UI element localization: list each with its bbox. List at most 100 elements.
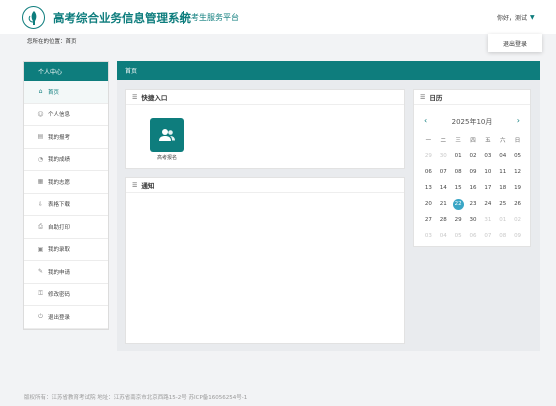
calendar-day[interactable]: 02 — [510, 212, 525, 228]
calendar-day[interactable]: 28 — [436, 212, 451, 228]
calendar-day[interactable]: 10 — [480, 164, 495, 180]
calendar-day[interactable]: 30 — [466, 212, 481, 228]
calendar-day[interactable]: 19 — [510, 180, 525, 196]
calendar-day[interactable]: 27 — [421, 212, 436, 228]
calendar-day[interactable]: 09 — [510, 228, 525, 244]
users-icon — [159, 129, 175, 141]
logout-dropdown-item[interactable]: 退出登录 — [488, 34, 542, 52]
calendar-day[interactable]: 04 — [436, 228, 451, 244]
sidebar-item-label: 我的成绩 — [48, 157, 71, 164]
calendar-day-number: 07 — [484, 233, 492, 239]
sidebar-item[interactable]: ⌂ 首页 — [24, 81, 108, 104]
calendar-day[interactable]: 15 — [451, 180, 466, 196]
calendar-day-number: 05 — [454, 233, 462, 239]
sidebar-item-label: 我的报考 — [48, 134, 71, 141]
calendar-grid: 一 二 三 四 五 六 日 29 30 01 02 03 04 05 06 07 08 09 10 11 12 13 14 1… — [421, 132, 525, 244]
calendar-day[interactable]: 05 — [451, 228, 466, 244]
calendar-day[interactable]: 02 — [466, 148, 481, 164]
calendar-day[interactable]: 08 — [495, 228, 510, 244]
home-icon: ⌂ — [38, 88, 43, 96]
sidebar-item-label: 表格下载 — [48, 202, 71, 209]
calendar-day-number: 26 — [514, 201, 522, 207]
calendar-day[interactable]: 13 — [421, 180, 436, 196]
calendar-day[interactable]: 31 — [480, 212, 495, 228]
id-card-icon: ▤ — [37, 133, 44, 141]
sidebar-item[interactable]: ✎ 我的申请 — [24, 261, 108, 284]
sidebar-item[interactable]: ▣ 我的录取 — [24, 239, 108, 261]
calendar-day[interactable]: 30 — [436, 148, 451, 164]
calendar-day-number: 02 — [514, 217, 522, 223]
sidebar-item[interactable]: ⚿ 修改密码 — [24, 284, 108, 306]
sidebar-title: 个人中心 — [24, 62, 108, 81]
sidebar-item[interactable]: ◔ 我的成绩 — [24, 149, 108, 171]
weekday-header: 五 — [485, 138, 491, 144]
calendar-day[interactable]: 06 — [421, 164, 436, 180]
calendar-day-number: 24 — [484, 201, 492, 207]
calendar-icon: ▣ — [37, 245, 44, 253]
sidebar-item[interactable]: ▦ 我的志愿 — [24, 171, 108, 194]
list-icon: ▦ — [37, 178, 44, 186]
calendar-day[interactable]: 18 — [495, 180, 510, 196]
user-greeting-text: 你好，测试 — [497, 15, 528, 22]
calendar-panel: ☰ 日历 ‹ 2025年10月 › 一 二 三 四 五 六 日 29 30 01 02 03 04 05 0… — [413, 89, 531, 247]
calendar-day[interactable]: 21 — [436, 196, 451, 212]
calendar-day[interactable]: 29 — [451, 212, 466, 228]
calendar-day-number: 02 — [469, 153, 477, 159]
exam-registration-button[interactable] — [150, 118, 184, 152]
calendar-day-number: 27 — [424, 217, 432, 223]
calendar-nav: ‹ 2025年10月 › — [414, 116, 530, 128]
download-icon: ⇩ — [37, 200, 44, 208]
calendar-day-number: 16 — [469, 185, 477, 191]
calendar-day[interactable]: 07 — [436, 164, 451, 180]
calendar-day[interactable]: 08 — [451, 164, 466, 180]
calendar-day[interactable]: 14 — [436, 180, 451, 196]
sidebar-item[interactable]: ⎙ 自助打印 — [24, 216, 108, 239]
calendar-day[interactable]: 26 — [510, 196, 525, 212]
calendar-day-number: 04 — [439, 233, 447, 239]
calendar-day-number: 06 — [469, 233, 477, 239]
calendar-day-number: 03 — [424, 233, 432, 239]
calendar-day-number: 19 — [514, 185, 522, 191]
calendar-day[interactable]: 03 — [421, 228, 436, 244]
calendar-day-number: 01 — [499, 217, 507, 223]
calendar-day[interactable]: 01 — [451, 148, 466, 164]
calendar-day[interactable]: 07 — [480, 228, 495, 244]
calendar-day[interactable]: 23 — [466, 196, 481, 212]
main-content: 首页 ☰ 快捷入口 高考报名 ☰ 通知 ☰ 日历 ‹ 2025年10月 › 一 … — [117, 61, 540, 351]
logo — [22, 6, 45, 29]
sidebar-item[interactable]: ☺ 个人信息 — [24, 104, 108, 126]
calendar-day[interactable]: 24 — [480, 196, 495, 212]
calendar-day-today[interactable]: 22 — [451, 196, 466, 212]
calendar-day[interactable]: 20 — [421, 196, 436, 212]
menu-bars-icon: ☰ — [420, 93, 426, 101]
platform-subtitle: 考生服务平台 — [191, 13, 239, 22]
calendar-day-number: 09 — [469, 169, 477, 175]
calendar-day-number: 09 — [514, 233, 522, 239]
calendar-day-number: 25 — [499, 201, 507, 207]
calendar-day[interactable]: 29 — [421, 148, 436, 164]
calendar-day[interactable]: 16 — [466, 180, 481, 196]
sidebar-item[interactable]: ▤ 我的报考 — [24, 126, 108, 149]
calendar-day[interactable]: 11 — [495, 164, 510, 180]
calendar-day-number: 11 — [499, 169, 507, 175]
calendar-day[interactable]: 12 — [510, 164, 525, 180]
calendar-day[interactable]: 05 — [510, 148, 525, 164]
user-menu[interactable]: 你好，测试 ▼ — [497, 13, 535, 22]
calendar-day[interactable]: 09 — [466, 164, 481, 180]
calendar-day[interactable]: 03 — [480, 148, 495, 164]
sidebar-item[interactable]: ⏻ 退出登录 — [24, 306, 108, 329]
notice-title: 通知 — [141, 182, 155, 190]
calendar-day-number: 14 — [439, 185, 447, 191]
quick-entry-panel: ☰ 快捷入口 高考报名 — [125, 89, 405, 169]
calendar-day[interactable]: 04 — [495, 148, 510, 164]
calendar-day-number: 30 — [439, 153, 447, 159]
chevron-right-icon[interactable]: › — [517, 116, 520, 125]
calendar-day[interactable]: 17 — [480, 180, 495, 196]
calendar-day-number: 23 — [469, 201, 477, 207]
sidebar-item[interactable]: ⇩ 表格下载 — [24, 194, 108, 216]
weekday-header: 一 — [425, 138, 432, 144]
calendar-day[interactable]: 01 — [495, 212, 510, 228]
calendar-day[interactable]: 06 — [466, 228, 481, 244]
menu-bars-icon: ☰ — [132, 181, 138, 189]
calendar-day[interactable]: 25 — [495, 196, 510, 212]
